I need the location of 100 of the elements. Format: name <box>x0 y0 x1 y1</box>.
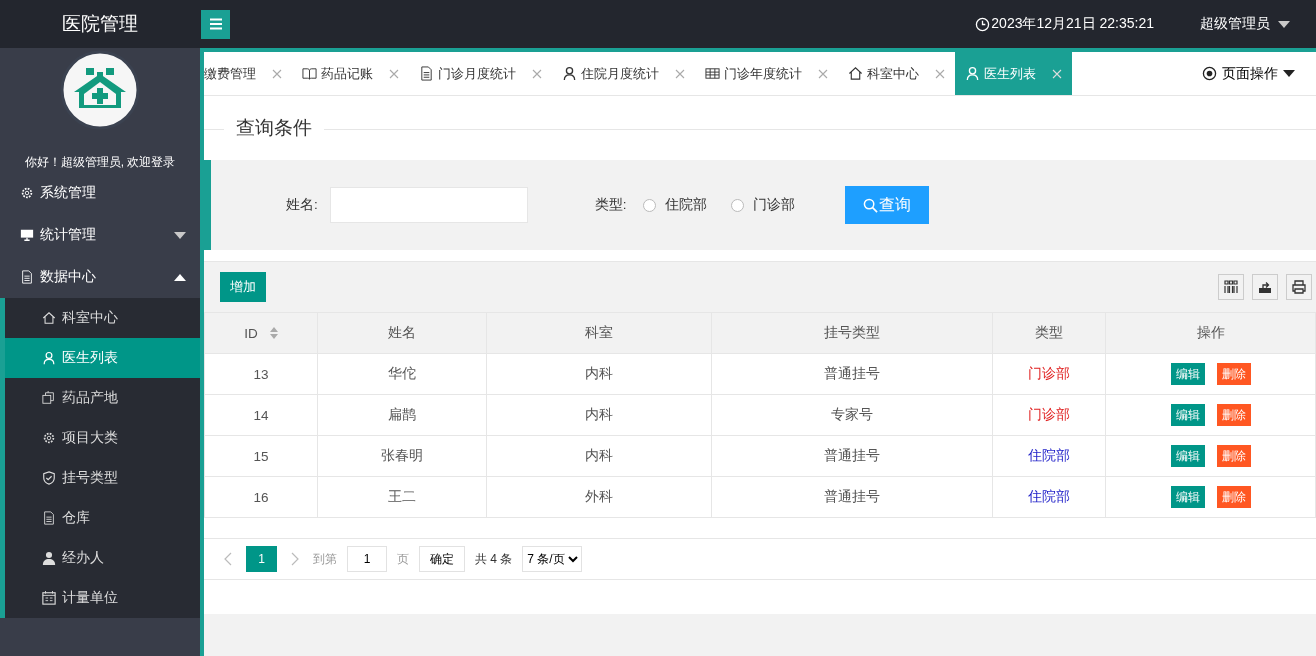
shield-icon <box>42 471 56 485</box>
radio-option[interactable]: 住院部 <box>642 196 707 214</box>
sidebar-subitem[interactable]: 计量单位 <box>5 578 200 618</box>
edit-button[interactable]: 编辑 <box>1170 404 1205 426</box>
close-icon[interactable] <box>935 68 945 79</box>
sidebar-item[interactable]: 统计管理 <box>0 214 200 256</box>
tab[interactable]: 住院月度统计 <box>552 52 695 95</box>
table-cell: 华佗 <box>317 353 487 395</box>
caret-icon <box>174 231 186 239</box>
edit-button[interactable]: 编辑 <box>1170 445 1205 467</box>
page-unit-label: 页 <box>397 550 409 568</box>
radio-option[interactable]: 门诊部 <box>730 196 795 214</box>
table-cell: 15 <box>204 435 318 477</box>
table-cell: 普通挂号 <box>711 353 993 395</box>
sidebar-item[interactable]: 数据中心 <box>0 256 200 298</box>
gear-icon <box>42 431 56 445</box>
confirm-button[interactable]: 确定 <box>419 546 465 572</box>
user-icon <box>562 66 577 81</box>
column-header: 科室 <box>486 312 712 354</box>
table-cell: 张春明 <box>317 435 487 477</box>
page-input-field[interactable]: 1 <box>347 546 387 572</box>
tab[interactable]: 门诊月度统计 <box>409 52 552 95</box>
table-cell: 外科 <box>486 476 712 518</box>
printer-icon <box>1291 279 1307 295</box>
table-cell: 扁鹊 <box>317 394 487 436</box>
user-menu[interactable]: 超级管理员 <box>1194 14 1296 34</box>
gear-icon <box>20 186 34 200</box>
close-icon[interactable] <box>675 68 685 79</box>
menu-icon <box>207 16 224 32</box>
name-input-field[interactable] <box>329 187 528 223</box>
sidebar-subitem[interactable]: 医生列表 <box>5 338 200 378</box>
document-icon <box>20 270 34 284</box>
caret-icon <box>1282 70 1295 77</box>
close-icon[interactable] <box>532 68 542 79</box>
search-icon <box>862 197 878 213</box>
calendar-icon <box>42 591 56 605</box>
grid-icon <box>1223 279 1239 295</box>
table-cell: 专家号 <box>711 394 993 436</box>
sidebar-subitem[interactable]: 项目大类 <box>5 418 200 458</box>
column-header[interactable]: ID <box>204 312 318 354</box>
print-button[interactable] <box>1286 274 1312 300</box>
tab[interactable]: 缴费管理 <box>204 52 292 95</box>
table-cell: 普通挂号 <box>711 435 993 477</box>
page-number-button[interactable]: 1 <box>246 546 277 572</box>
tab[interactable]: 科室中心 <box>838 52 955 95</box>
sort-icon[interactable] <box>269 326 278 339</box>
user-icon <box>42 351 56 365</box>
table-cell: 住院部 <box>992 476 1106 518</box>
table-cell: 13 <box>204 353 318 395</box>
user-icon <box>965 66 980 81</box>
column-header: 类型 <box>992 312 1106 354</box>
table-cell: 门诊部 <box>992 353 1106 395</box>
datetime-text: 2023年12月21日 22:35:21 <box>975 15 1154 33</box>
table-cell: 内科 <box>486 394 712 436</box>
close-icon[interactable] <box>818 68 828 79</box>
caret-up-icon <box>174 273 186 281</box>
table-cell: 门诊部 <box>992 394 1106 436</box>
welcome-text: 你好！超级管理员, 欢迎登录 <box>24 154 176 171</box>
columns-button[interactable] <box>1218 274 1244 300</box>
tab[interactable]: 门诊年度统计 <box>695 52 838 95</box>
table-cell: 住院部 <box>992 435 1106 477</box>
table-cell: 16 <box>204 476 318 518</box>
caret-icon <box>1278 20 1290 28</box>
table-cell: 内科 <box>486 435 712 477</box>
edit-button[interactable]: 编辑 <box>1170 363 1205 385</box>
edit-button[interactable]: 编辑 <box>1170 486 1205 508</box>
sidebar-subitem[interactable]: 经办人 <box>5 538 200 578</box>
page-size-select[interactable]: 7 条/页 <box>522 546 583 572</box>
app-title: 医院管理 <box>61 12 139 36</box>
close-icon[interactable] <box>389 68 399 79</box>
table-cell: 王二 <box>317 476 487 518</box>
document-icon <box>419 66 434 81</box>
clock-icon <box>975 16 991 32</box>
tab[interactable]: 药品记账 <box>292 52 409 95</box>
sidebar-subitem[interactable]: 科室中心 <box>5 298 200 338</box>
table-cell: 普通挂号 <box>711 476 993 518</box>
column-header: 姓名 <box>317 312 487 354</box>
house-icon <box>848 66 863 81</box>
person-icon <box>42 551 56 565</box>
total-count: 共 4 条 <box>475 550 513 568</box>
sidebar-subitem[interactable]: 仓库 <box>5 498 200 538</box>
field-label: 类型: <box>594 196 627 214</box>
sidebar-subitem[interactable]: 药品产地 <box>5 378 200 418</box>
column-header: 操作 <box>1105 312 1316 354</box>
export-button[interactable] <box>1252 274 1278 300</box>
table-icon <box>705 66 720 81</box>
previous-page-icon[interactable] <box>224 552 232 566</box>
document-icon <box>42 511 56 525</box>
next-page-icon[interactable] <box>291 552 299 566</box>
menu-button[interactable] <box>201 9 230 39</box>
cards-icon <box>42 391 56 405</box>
sidebar-item[interactable]: 系统管理 <box>0 172 200 214</box>
sidebar-subitem[interactable]: 挂号类型 <box>5 458 200 498</box>
radio-dot-icon <box>1201 66 1217 81</box>
monitor-icon <box>20 228 34 242</box>
close-icon[interactable] <box>272 68 282 79</box>
column-header: 挂号类型 <box>711 312 993 354</box>
table-cell: 14 <box>204 394 318 436</box>
add-button[interactable]: 增加 <box>220 272 266 302</box>
book-icon <box>302 66 317 81</box>
